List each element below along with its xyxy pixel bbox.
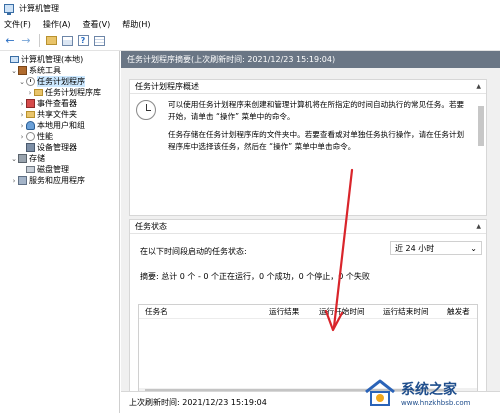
chevron-right-icon[interactable]: › bbox=[18, 122, 26, 130]
overview-header[interactable]: 任务计划程序概述 ▲ bbox=[130, 80, 486, 94]
tree-label: 设备管理器 bbox=[37, 143, 77, 152]
system-tools-icon bbox=[18, 66, 27, 75]
window-title: 计算机管理 bbox=[19, 4, 59, 13]
period-select[interactable]: 近 24 小时 ⌄ bbox=[390, 241, 482, 255]
menu-bar: 文件(F) 操作(A) 查看(V) 帮助(H) bbox=[0, 17, 500, 31]
tree-shared-folders[interactable]: › 共享文件夹 bbox=[0, 109, 119, 120]
tree-system-tools[interactable]: ⌄ 系统工具 bbox=[0, 65, 119, 76]
back-button[interactable]: ← bbox=[3, 34, 17, 48]
tree-label: 存储 bbox=[29, 154, 45, 163]
show-hide-tree-button[interactable] bbox=[60, 34, 74, 48]
tree-device-manager[interactable]: 设备管理器 bbox=[0, 142, 119, 153]
menu-action[interactable]: 操作(A) bbox=[43, 19, 71, 30]
chevron-right-icon[interactable]: › bbox=[18, 133, 26, 141]
tree-task-scheduler[interactable]: ⌄ 任务计划程序 bbox=[0, 76, 119, 87]
overview-scrollbar[interactable] bbox=[478, 96, 484, 214]
tree-label: 任务计划程序库 bbox=[45, 88, 101, 97]
overview-content: 可以使用任务计划程序来创建和管理计算机将在所指定的时间自动执行的常见任务。若要开… bbox=[130, 94, 486, 153]
col-task-name[interactable]: 任务名 bbox=[139, 306, 263, 317]
collapse-icon[interactable]: ▲ bbox=[476, 83, 481, 90]
action-pane-icon bbox=[93, 35, 105, 46]
watermark-url: www.hnzkhbsb.com bbox=[401, 398, 471, 407]
status-summary: 摘要: 总计 0 个 - 0 个正在运行，0 个成功，0 个停止，0 个失败 bbox=[140, 272, 370, 281]
task-scheduler-library-icon bbox=[34, 89, 43, 96]
chevron-down-icon[interactable]: ⌄ bbox=[10, 155, 18, 163]
tree-label: 系统工具 bbox=[29, 66, 61, 75]
tree-label: 任务计划程序 bbox=[37, 76, 85, 87]
arrow-left-icon: ← bbox=[5, 34, 15, 47]
period-select-value: 近 24 小时 bbox=[395, 243, 435, 253]
scrollbar-thumb[interactable] bbox=[478, 106, 484, 146]
menu-file[interactable]: 文件(F) bbox=[4, 19, 31, 30]
tree-local-users-groups[interactable]: › 本地用户和组 bbox=[0, 120, 119, 131]
event-viewer-icon bbox=[26, 99, 35, 108]
chevron-right-icon[interactable]: › bbox=[10, 177, 18, 185]
chevron-right-icon[interactable]: › bbox=[18, 111, 26, 119]
device-manager-icon bbox=[26, 143, 35, 152]
computer-management-icon bbox=[4, 4, 14, 15]
overview-paragraph-2: 任务存储在任务计划程序库的文件夹中。若要查看或对单独任务执行操作，请在任务计划程… bbox=[168, 130, 465, 151]
local-users-groups-icon bbox=[26, 121, 35, 130]
menu-help[interactable]: 帮助(H) bbox=[122, 19, 150, 30]
tree-services-apps[interactable]: › 服务和应用程序 bbox=[0, 175, 119, 186]
tree-performance[interactable]: › 性能 bbox=[0, 131, 119, 142]
menu-view[interactable]: 查看(V) bbox=[83, 19, 111, 30]
task-scheduler-clock-icon bbox=[136, 100, 156, 120]
tree-computer-management[interactable]: 计算机管理(本地) bbox=[0, 54, 119, 65]
title-bar: 计算机管理 bbox=[0, 0, 500, 17]
watermark: 系统之家 www.hnzkhbsb.com bbox=[363, 372, 500, 413]
tree-label: 本地用户和组 bbox=[37, 121, 85, 130]
folder-up-icon bbox=[45, 36, 57, 45]
overview-title: 任务计划程序概述 bbox=[135, 82, 199, 91]
details-pane: 任务计划程序摘要(上次刷新时间: 2021/12/23 15:19:04) 任务… bbox=[121, 51, 500, 413]
tree-storage[interactable]: ⌄ 存储 bbox=[0, 153, 119, 164]
col-run-result[interactable]: 运行结果 bbox=[263, 306, 313, 317]
tree-label: 磁盘管理 bbox=[37, 165, 69, 174]
shared-folders-icon bbox=[26, 111, 35, 118]
help-button[interactable]: ? bbox=[76, 34, 90, 48]
toolbar: ← → ? bbox=[0, 31, 500, 51]
task-table-header: 任务名 运行结果 运行开始时间 运行结束时间 触发者 bbox=[139, 305, 477, 319]
tree-label: 服务和应用程序 bbox=[29, 176, 85, 185]
chevron-right-icon[interactable]: › bbox=[26, 89, 34, 97]
pane-header: 任务计划程序摘要(上次刷新时间: 2021/12/23 15:19:04) bbox=[121, 51, 500, 68]
status-period-label: 在以下时间段启动的任务状态: bbox=[140, 247, 247, 256]
forward-button[interactable]: → bbox=[19, 34, 33, 48]
help-icon: ? bbox=[77, 35, 89, 46]
chevron-down-icon[interactable]: ⌄ bbox=[18, 78, 26, 86]
action-pane-button[interactable] bbox=[92, 34, 106, 48]
disk-management-icon bbox=[26, 166, 35, 173]
tree-disk-management[interactable]: 磁盘管理 bbox=[0, 164, 119, 175]
tree-label: 计算机管理(本地) bbox=[21, 55, 84, 64]
col-run-start[interactable]: 运行开始时间 bbox=[313, 306, 377, 317]
chevron-right-icon[interactable]: › bbox=[18, 100, 26, 108]
tree-label: 共享文件夹 bbox=[37, 110, 77, 119]
tree-event-viewer[interactable]: › 事件查看器 bbox=[0, 98, 119, 109]
col-triggered-by[interactable]: 触发者 bbox=[441, 306, 477, 317]
task-scheduler-icon bbox=[26, 77, 35, 86]
toolbar-separator bbox=[39, 34, 40, 47]
chevron-down-icon[interactable]: ⌄ bbox=[10, 67, 18, 75]
console-tree: 计算机管理(本地) ⌄ 系统工具 ⌄ 任务计划程序 › 任务计划程序库 › 事件查看器 › 共享文件… bbox=[0, 51, 120, 413]
tree-label: 性能 bbox=[37, 132, 53, 141]
collapse-icon[interactable]: ▲ bbox=[476, 223, 481, 230]
arrow-right-icon: → bbox=[21, 34, 31, 47]
watermark-text: 系统之家 www.hnzkhbsb.com bbox=[401, 379, 471, 407]
performance-icon bbox=[26, 132, 35, 141]
task-status-title: 任务状态 bbox=[135, 222, 167, 231]
console-tree-icon bbox=[61, 35, 73, 46]
computer-management-icon bbox=[10, 56, 19, 63]
overview-section: 任务计划程序概述 ▲ 可以使用任务计划程序来创建和管理计算机将在所指定的时间自动… bbox=[129, 79, 487, 216]
col-run-end[interactable]: 运行结束时间 bbox=[377, 306, 441, 317]
tree-label: 事件查看器 bbox=[37, 99, 77, 108]
watermark-name: 系统之家 bbox=[401, 381, 457, 398]
task-status-header[interactable]: 任务状态 ▲ bbox=[130, 220, 486, 234]
house-logo-icon bbox=[365, 379, 395, 406]
services-apps-icon bbox=[18, 176, 27, 185]
overview-paragraph-1: 可以使用任务计划程序来创建和管理计算机将在所指定的时间自动执行的常见任务。若要开… bbox=[168, 100, 465, 121]
storage-icon bbox=[18, 154, 27, 163]
up-folder-button[interactable] bbox=[44, 34, 58, 48]
tree-task-scheduler-library[interactable]: › 任务计划程序库 bbox=[0, 87, 119, 98]
chevron-down-icon: ⌄ bbox=[470, 243, 477, 253]
